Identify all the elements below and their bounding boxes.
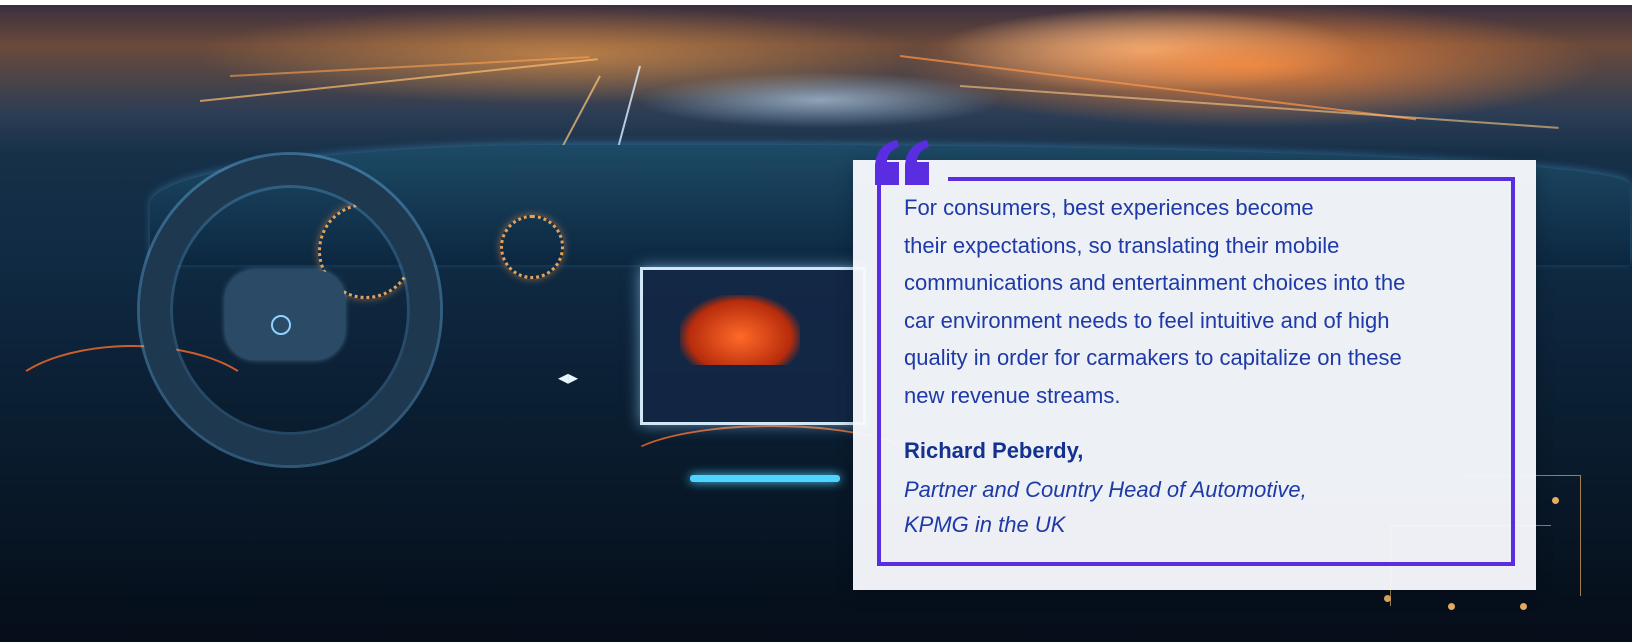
quote-frame-top [948,177,1515,181]
console-light-strip [690,475,840,482]
author-role-line: KPMG in the UK [904,512,1066,537]
screen-arrows-icon: ◂▸ [558,365,579,389]
quote-line: their expectations, so translating their… [904,232,1340,258]
author-role-line: Partner and Country Head of Automotive, [904,477,1307,502]
quote-line: quality in order for carmakers to capita… [904,345,1402,370]
circuit-node [1520,603,1527,610]
quote-mark-icon [875,140,929,185]
circuit-node [1384,595,1391,602]
steering-logo-icon [271,315,291,335]
circuit-node [1552,497,1559,504]
quote-text: For consumers, best experiences become t… [904,189,1474,414]
author-role: Partner and Country Head of Automotive, … [904,472,1307,542]
quote-line: car environment needs to feel intuitive … [904,307,1390,333]
light-streak [959,85,1559,129]
screen-car-graphic [680,295,800,365]
light-streak [199,58,598,102]
quote-line: For consumers, best experiences become [904,195,1314,220]
quote-line: communications and entertainment choices… [904,270,1406,295]
tachometer-gauge [500,215,564,279]
circuit-node [1448,603,1455,610]
author-name: Richard Peberdy, [904,438,1084,463]
quote-line: new revenue streams. [904,382,1121,408]
